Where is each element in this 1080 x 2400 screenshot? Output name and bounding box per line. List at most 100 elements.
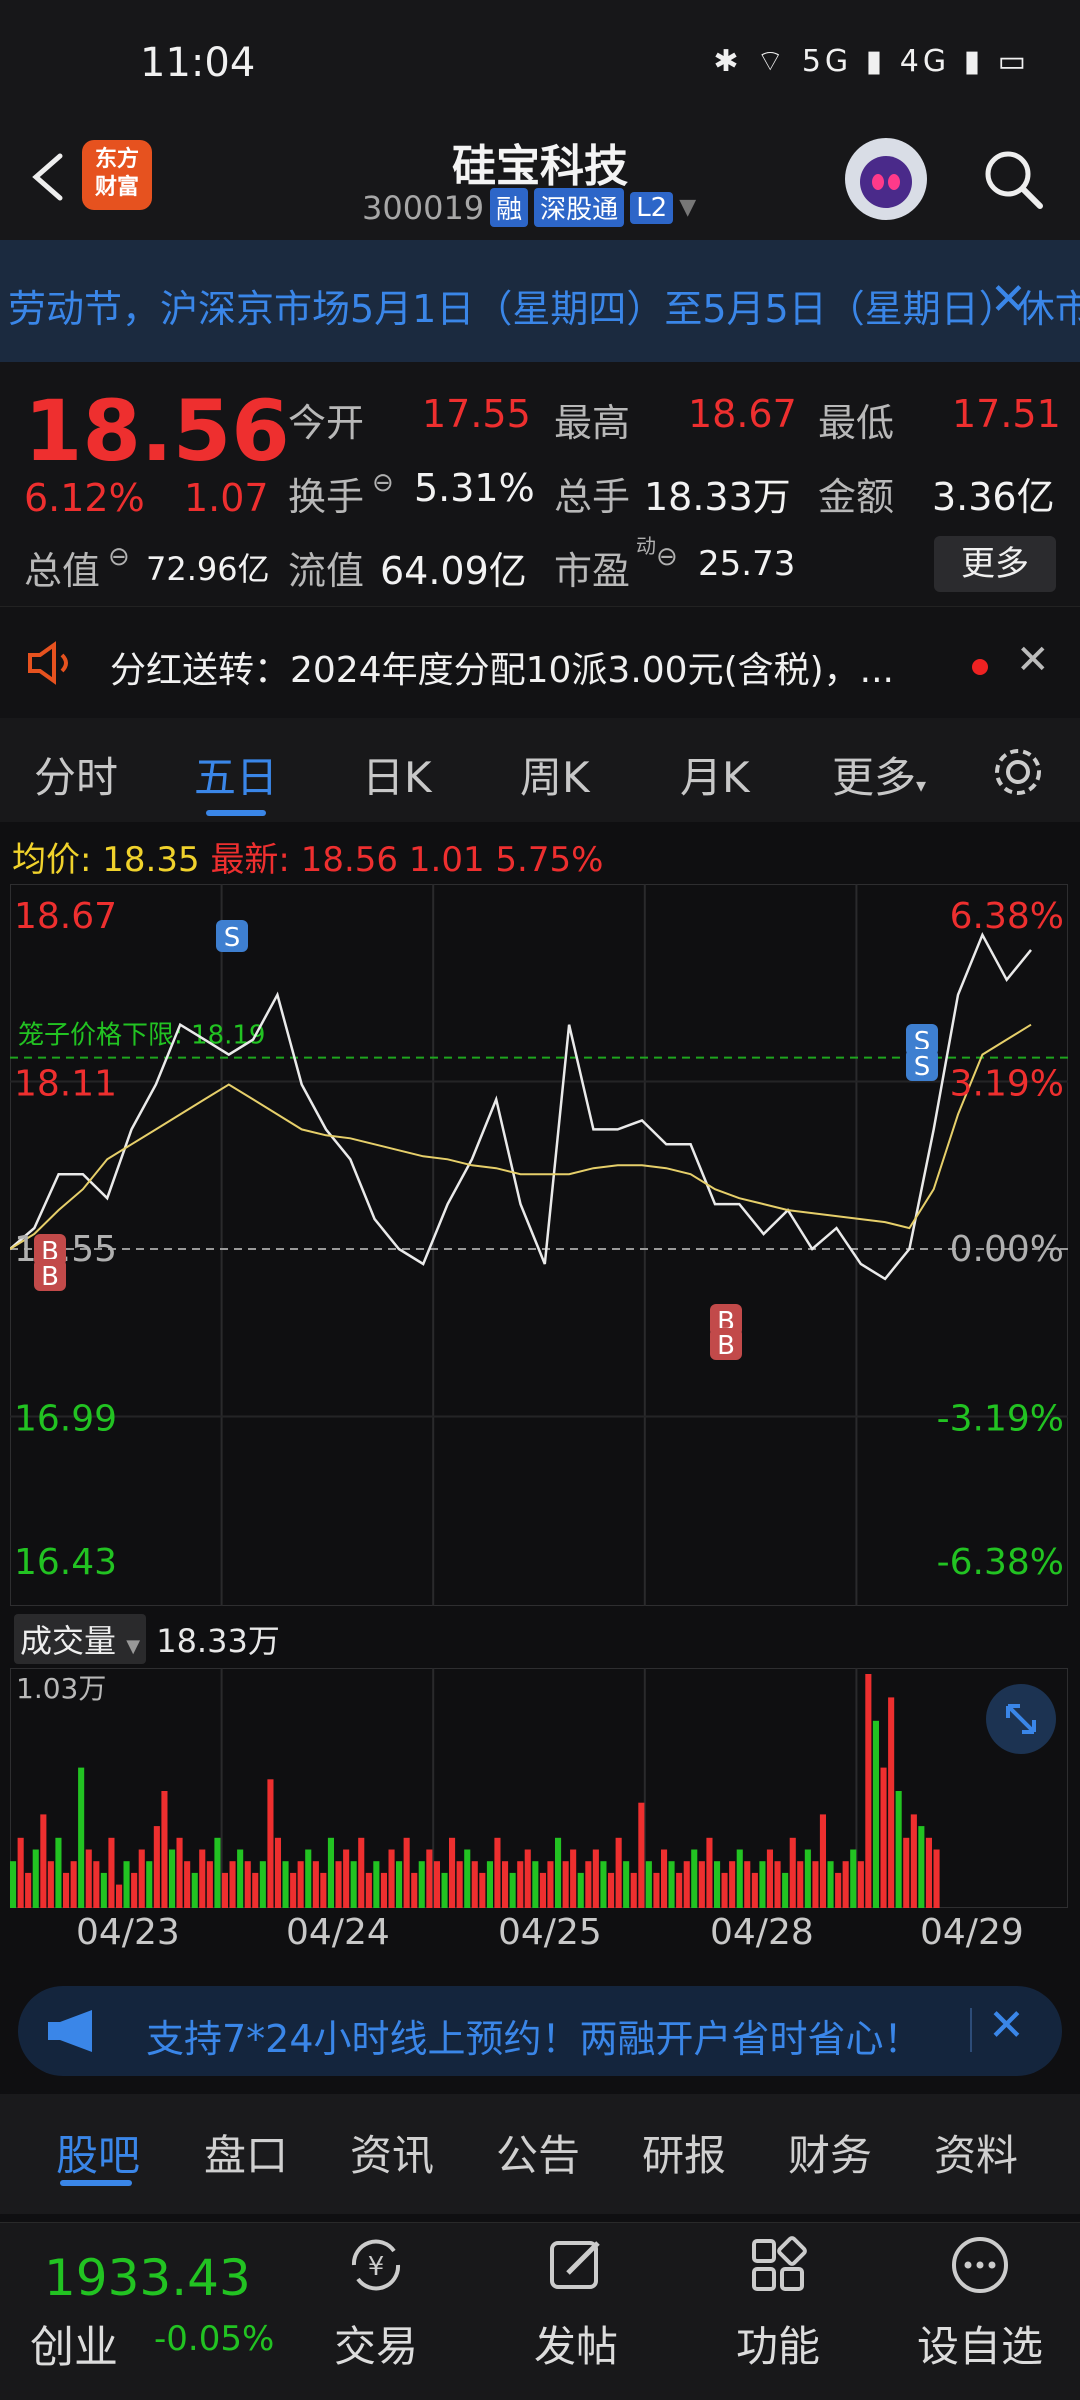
edit-icon: [550, 2241, 600, 2289]
volume-indicator-select[interactable]: 成交量 ▼: [14, 1614, 147, 1664]
volume-bar: [880, 1767, 887, 1908]
date-label: 04/28: [710, 1912, 814, 1953]
volume-bar: [691, 1849, 698, 1908]
close-icon[interactable]: ✕: [990, 274, 1027, 325]
volume-chart[interactable]: 1.03万: [10, 1668, 1068, 1908]
high-value: 18.67: [688, 392, 797, 436]
volume-bar: [903, 1837, 910, 1908]
volume-bar: [191, 1872, 198, 1908]
volume-bar: [555, 1837, 562, 1908]
notice-text: 劳动节，沪深京市场5月1日（星期四）至5月5日（星期日）休市: [8, 287, 1080, 331]
search-icon[interactable]: [978, 144, 1048, 214]
volume-bar: [933, 1849, 940, 1908]
tab-financials[interactable]: 财务: [788, 2122, 872, 2183]
volume-bar: [766, 1849, 773, 1908]
volume-bar: [683, 1861, 690, 1908]
tab-five-day[interactable]: 五日: [194, 744, 278, 805]
more-button[interactable]: 更多: [934, 536, 1056, 592]
latest-value: 18.56: [300, 840, 399, 880]
volume-bar: [146, 1861, 153, 1908]
date-label: 04/24: [286, 1912, 390, 1953]
index-change: -0.05%: [154, 2319, 275, 2359]
tab-profile[interactable]: 资料: [934, 2122, 1018, 2183]
nav-post[interactable]: 发帖: [506, 2233, 646, 2374]
info-icon[interactable]: ⊖: [656, 542, 678, 572]
promo-bar[interactable]: 支持7*24小时线上预约！两融开户省时省心！ ✕: [18, 1986, 1062, 2076]
grid-icon: [752, 2236, 807, 2291]
tab-announcements[interactable]: 公告: [496, 2122, 580, 2183]
volume-bar: [486, 1861, 493, 1908]
expand-icon[interactable]: [986, 1684, 1056, 1754]
index-ticker[interactable]: 1933.43 创业 -0.05%: [0, 2223, 300, 2400]
volume-bar: [335, 1861, 342, 1908]
info-icon[interactable]: ⊖: [372, 468, 394, 498]
content-tabs: 股吧 盘口 资讯 公告 研报 财务 资料: [0, 2094, 1080, 2214]
index-name: 创业: [30, 2322, 118, 2373]
gear-icon[interactable]: [990, 744, 1046, 800]
volume-bar: [819, 1814, 826, 1908]
y-tick-label-right: -3.19%: [937, 1399, 1064, 1440]
volume-bar: [850, 1849, 857, 1908]
y-tick-label-left: 18.11: [14, 1064, 117, 1105]
yen-cycle-icon: ¥: [351, 2239, 401, 2291]
price-chart[interactable]: 笼子价格下限: 18.1918.6718.1117.5516.9916.436.…: [10, 884, 1068, 1606]
dividend-bar[interactable]: 分红送转：2024年度分配10派3.00元(含税)，... ✕: [0, 606, 1080, 718]
svg-text:¥: ¥: [368, 2252, 385, 2282]
latest-change: 1.01: [408, 840, 485, 880]
active-tab-indicator: [206, 810, 266, 816]
nav-add-watchlist[interactable]: 设自选: [910, 2233, 1050, 2374]
volume-bar: [698, 1861, 705, 1908]
volume-bar: [479, 1872, 486, 1908]
volume-bar: [509, 1872, 516, 1908]
nav-trade[interactable]: ¥ 交易: [306, 2233, 446, 2374]
volume-bar: [857, 1861, 864, 1908]
tab-forum[interactable]: 股吧: [56, 2122, 140, 2183]
index-value: 1933.43: [44, 2249, 251, 2307]
volume-bar: [63, 1872, 70, 1908]
volume-bar: [449, 1837, 456, 1908]
stock-code-row[interactable]: 300019 融 深股通 L2 ▼: [362, 188, 696, 227]
volume-bar: [918, 1826, 925, 1908]
tab-intraday[interactable]: 分时: [34, 744, 118, 805]
tab-weekly-k[interactable]: 周K: [520, 744, 590, 805]
volume-bar: [532, 1861, 539, 1908]
tab-daily-k[interactable]: 日K: [362, 744, 432, 805]
volume-bar: [418, 1861, 425, 1908]
volume-bar: [290, 1872, 297, 1908]
open-label: 今开: [288, 401, 365, 445]
tab-more[interactable]: 更多▾: [832, 744, 926, 805]
megaphone-icon: [48, 2010, 92, 2052]
volume-bar: [108, 1837, 115, 1908]
date-label: 04/29: [920, 1912, 1024, 1953]
volume-bar: [55, 1837, 62, 1908]
robot-assistant-icon[interactable]: [845, 138, 927, 220]
volume-bar: [40, 1814, 47, 1908]
volume-bar: [358, 1837, 365, 1908]
cage-limit-label: 笼子价格下限: 18.19: [18, 1021, 265, 1051]
volume-bar: [131, 1872, 138, 1908]
bottom-nav: 1933.43 创业 -0.05% ¥ 交易 发帖 功能 设自选: [0, 2222, 1080, 2400]
volume-bar: [865, 1674, 872, 1908]
tab-order-book[interactable]: 盘口: [204, 2122, 288, 2183]
info-icon[interactable]: ⊖: [108, 542, 130, 572]
volume-bar: [456, 1861, 463, 1908]
volume-bar: [93, 1861, 100, 1908]
close-icon[interactable]: ✕: [988, 2000, 1025, 2051]
tab-monthly-k[interactable]: 月K: [680, 744, 750, 805]
nav-functions[interactable]: 功能: [708, 2233, 848, 2374]
y-tick-label-right: 3.19%: [950, 1064, 1064, 1105]
volume-bar: [388, 1849, 395, 1908]
tab-research[interactable]: 研报: [642, 2122, 726, 2183]
volume-bar: [494, 1837, 501, 1908]
volume-bar: [169, 1849, 176, 1908]
close-icon[interactable]: ✕: [1016, 637, 1050, 683]
unread-dot: [972, 659, 988, 675]
volume-bar: [199, 1849, 206, 1908]
holiday-notice-bar[interactable]: 劳动节，沪深京市场5月1日（星期四）至5月5日（星期日）休市 ✕: [0, 240, 1080, 362]
volume-bar: [804, 1849, 811, 1908]
mktcap-label: 总值: [24, 549, 101, 593]
volume-bar: [888, 1697, 895, 1908]
tab-news[interactable]: 资讯: [350, 2122, 434, 2183]
volume-bar: [244, 1861, 251, 1908]
status-time: 11:04: [140, 40, 256, 86]
